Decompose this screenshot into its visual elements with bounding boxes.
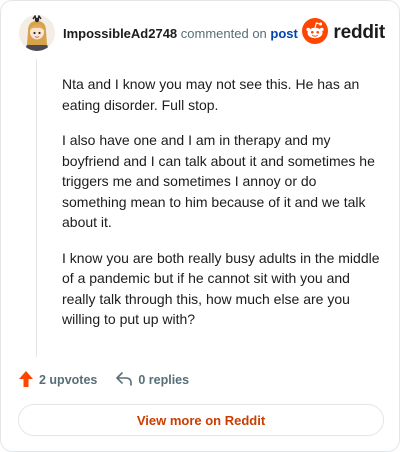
username-line: ImpossibleAd2748 commented on post [63, 26, 298, 41]
embedded-comment-card: ImpossibleAd2748 commented on post reddi… [0, 0, 400, 452]
username-link[interactable]: ImpossibleAd2748 [63, 26, 177, 41]
upvote-arrow-icon [18, 370, 39, 391]
comment-actions: 2 upvotes 0 replies [18, 370, 189, 390]
commented-on-text: commented on [180, 26, 267, 41]
comment-paragraph: I know you are both really busy adults i… [62, 249, 380, 328]
reddit-snoo-icon [302, 17, 329, 49]
comment-paragraph: I also have one and I am in therapy and … [62, 132, 375, 230]
comment-header: ImpossibleAd2748 commented on post reddi… [17, 15, 385, 51]
reply-arrow-icon [115, 371, 138, 390]
view-more-on-reddit-button[interactable]: View more on Reddit [18, 404, 384, 436]
reply-button[interactable]: 0 replies [115, 371, 189, 390]
upvote-button[interactable]: 2 upvotes [18, 370, 97, 391]
comment-paragraph: Nta and I know you may not see this. He … [62, 76, 360, 113]
thread-line [36, 59, 37, 357]
reddit-wordmark: reddit [333, 22, 385, 43]
upvotes-count: 2 upvotes [39, 373, 98, 387]
reddit-logo[interactable]: reddit [302, 17, 385, 49]
avatar[interactable] [19, 15, 55, 51]
comment-body: Nta and I know you may not see this. He … [62, 74, 382, 345]
post-link[interactable]: post [270, 26, 297, 41]
replies-count: 0 replies [138, 373, 190, 387]
